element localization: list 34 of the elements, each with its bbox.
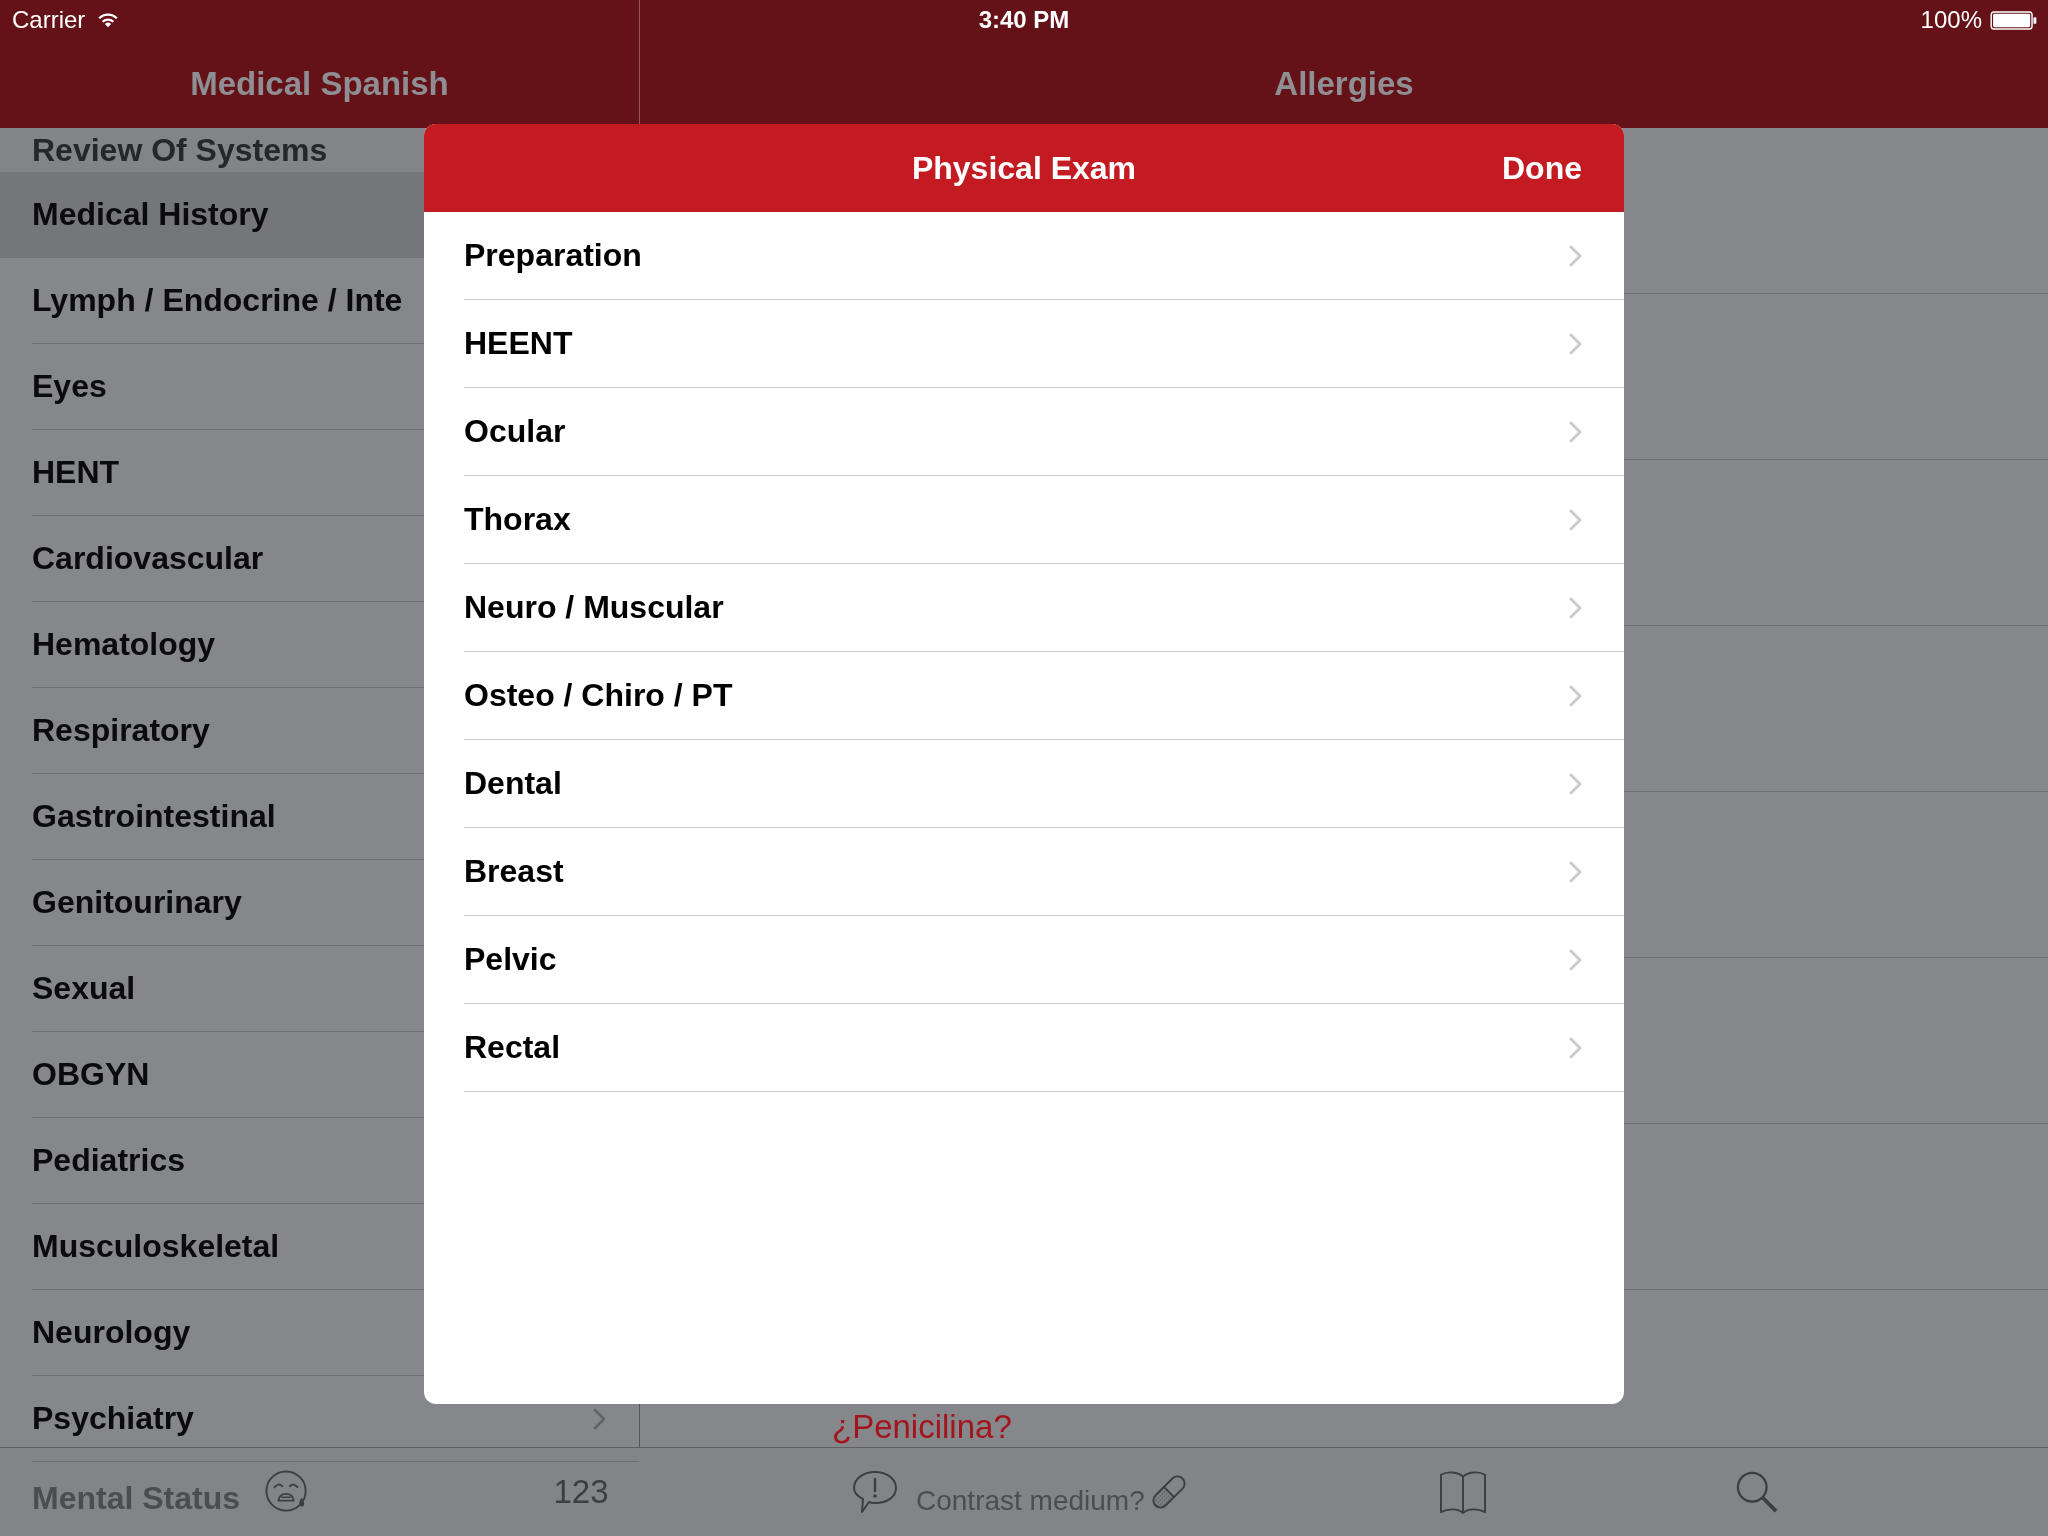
- nav-title: Medical Spanish: [190, 65, 449, 103]
- translation-text: ¿Penicilina?: [832, 1410, 1012, 1444]
- search-icon: [1736, 1471, 1778, 1513]
- menu-item[interactable]: Neuro / Muscular: [424, 564, 1624, 652]
- chevron-icon: [1569, 244, 1582, 267]
- chevron-icon: [1569, 596, 1582, 619]
- chevron-icon: [1569, 1036, 1582, 1059]
- chevron-icon: [1569, 332, 1582, 355]
- chevron-icon: [1569, 948, 1582, 971]
- battery-icon: [1990, 10, 2038, 30]
- chevron-icon: [1569, 860, 1582, 883]
- wifi-icon: [97, 12, 120, 28]
- menu-item[interactable]: Dental: [424, 740, 1624, 828]
- menu-item[interactable]: Rectal: [424, 1004, 1624, 1092]
- tab-bar-item[interactable]: 123: [551, 1467, 611, 1517]
- menu-item[interactable]: Pelvic: [424, 916, 1624, 1004]
- status-time: 3:40 PM: [978, 6, 1070, 34]
- crying-face-icon: [265, 1470, 309, 1514]
- nav-title: Allergies: [1274, 65, 1414, 103]
- modal-title: Physical Exam: [911, 149, 1137, 187]
- carrier-label: Carrier: [12, 6, 86, 34]
- menu-item[interactable]: Breast: [424, 828, 1624, 916]
- speech-bubble-icon: [852, 1470, 898, 1514]
- menu-item[interactable]: HEENT: [424, 300, 1624, 388]
- chevron-icon: [1569, 420, 1582, 443]
- menu-item[interactable]: Thorax: [424, 476, 1624, 564]
- done-button[interactable]: Done: [1502, 149, 1582, 187]
- chevron-icon: [1569, 508, 1582, 531]
- chevron-icon: [1569, 772, 1582, 795]
- battery-percent: 100%: [1920, 6, 1982, 34]
- menu-item[interactable]: Ocular: [424, 388, 1624, 476]
- book-icon: [1439, 1469, 1487, 1515]
- chevron-icon: [1569, 684, 1582, 707]
- menu-item[interactable]: Osteo / Chiro / PT: [424, 652, 1624, 740]
